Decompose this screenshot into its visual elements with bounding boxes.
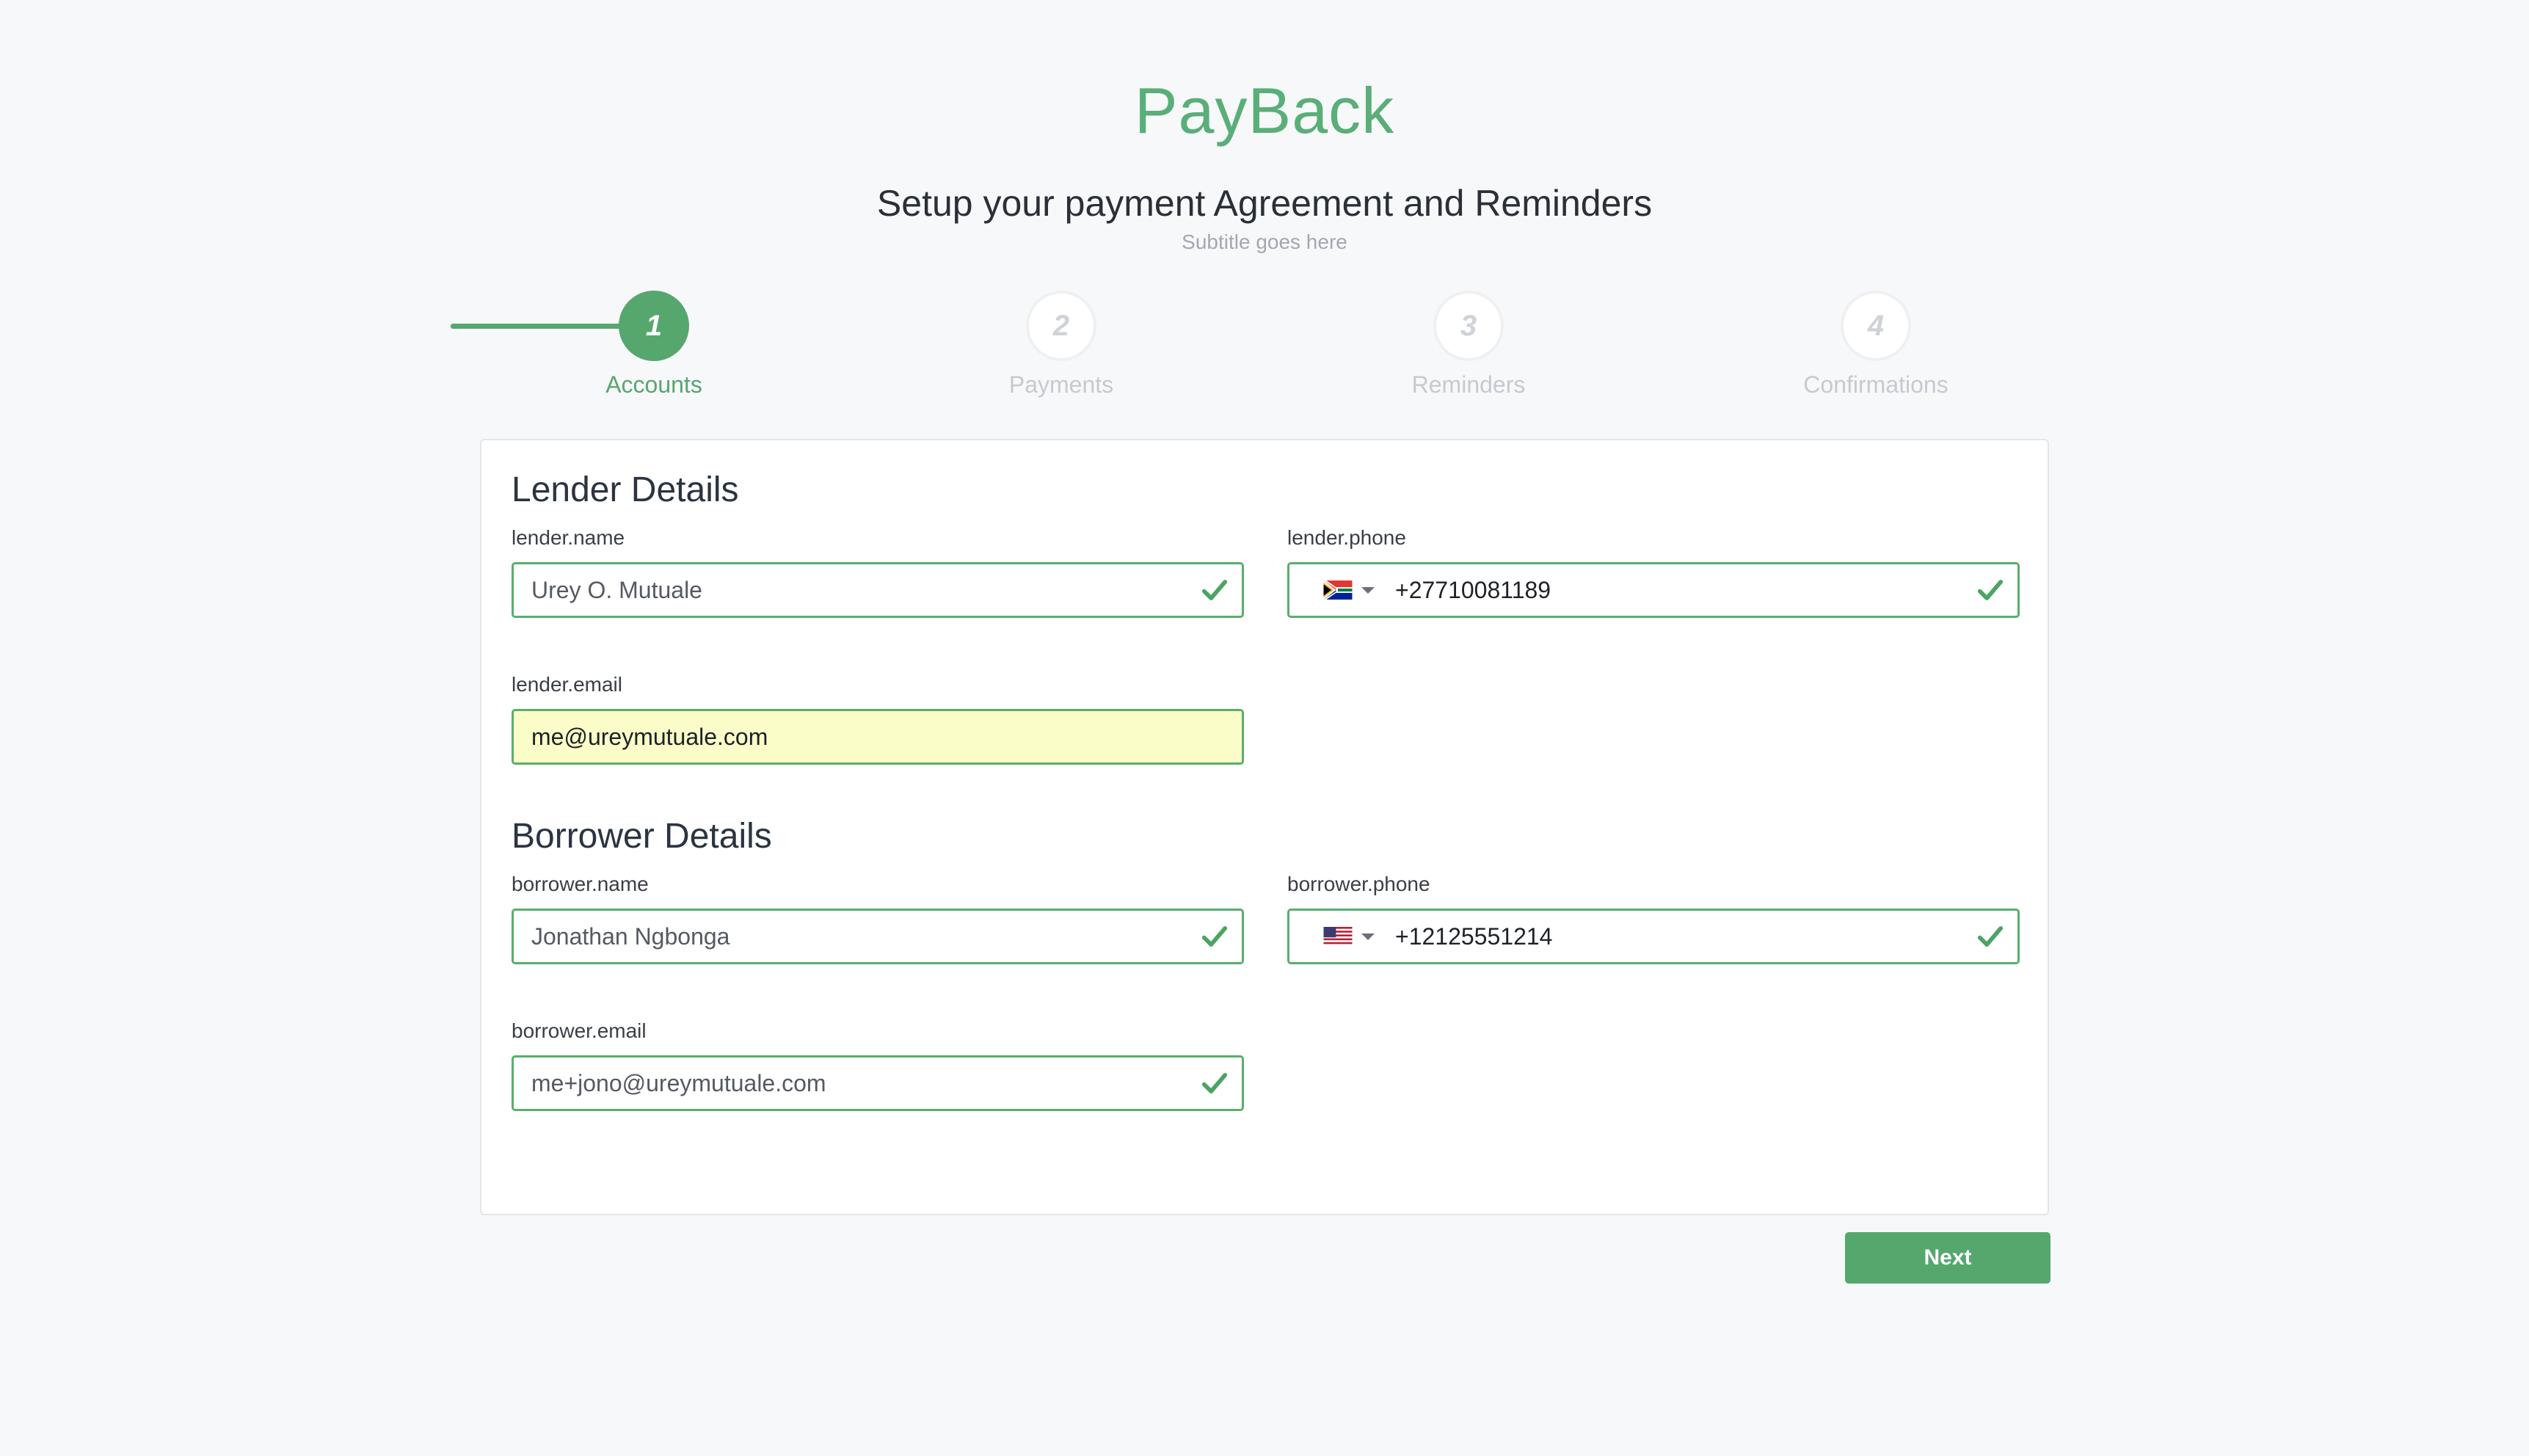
lender-email-label: lender.email bbox=[512, 673, 622, 696]
step-reminders[interactable]: 3 Reminders bbox=[1336, 291, 1601, 398]
check-icon bbox=[1977, 580, 2004, 600]
step-label: Confirmations bbox=[1803, 371, 1948, 398]
next-button[interactable]: Next bbox=[1845, 1232, 2051, 1284]
lender-name-field[interactable]: Urey O. Mutuale bbox=[512, 562, 1244, 618]
borrower-phone-field[interactable]: +12125551214 bbox=[1287, 909, 2020, 964]
borrower-email-label: borrower.email bbox=[512, 1019, 647, 1042]
page-title: Setup your payment Agreement and Reminde… bbox=[876, 183, 1653, 224]
lender-name-value: Urey O. Mutuale bbox=[531, 576, 702, 603]
lender-phone-field[interactable]: +27710081189 bbox=[1287, 562, 2020, 618]
step-number: 2 bbox=[1026, 291, 1096, 361]
step-number: 1 bbox=[619, 291, 689, 361]
lender-email-field[interactable]: me@ureymutuale.com bbox=[512, 709, 1244, 765]
south-africa-flag-icon[interactable] bbox=[1323, 580, 1353, 600]
borrower-email-value: me+jono@ureymutuale.com bbox=[531, 1069, 826, 1096]
check-icon bbox=[1977, 926, 2004, 947]
lender-phone-value: +27710081189 bbox=[1395, 576, 1551, 603]
step-label: Accounts bbox=[605, 371, 702, 398]
borrower-email-field[interactable]: me+jono@ureymutuale.com bbox=[512, 1055, 1244, 1111]
borrower-phone-label: borrower.phone bbox=[1287, 873, 1430, 895]
step-accounts[interactable]: 1 Accounts bbox=[522, 291, 786, 398]
lender-name-label: lender.name bbox=[512, 526, 625, 549]
step-payments[interactable]: 2 Payments bbox=[929, 291, 1193, 398]
check-icon bbox=[1201, 926, 1228, 947]
borrower-section-title: Borrower Details bbox=[512, 817, 772, 856]
country-dropdown-caret-icon[interactable] bbox=[1361, 586, 1375, 594]
check-icon bbox=[1201, 1073, 1228, 1093]
step-number: 3 bbox=[1433, 291, 1504, 361]
lender-section-title: Lender Details bbox=[512, 470, 739, 509]
lender-email-value: me@ureymutuale.com bbox=[531, 723, 768, 750]
step-label: Payments bbox=[1008, 371, 1114, 398]
borrower-name-field[interactable]: Jonathan Ngbonga bbox=[512, 909, 1244, 964]
united-states-flag-icon[interactable] bbox=[1323, 927, 1353, 946]
check-icon bbox=[1201, 580, 1228, 600]
borrower-phone-value: +12125551214 bbox=[1395, 922, 1553, 950]
app-brand: PayBack bbox=[1134, 74, 1395, 147]
details-form-card: Lender Details lender.name Urey O. Mutua… bbox=[480, 439, 2049, 1215]
page-subtitle: Subtitle goes here bbox=[1182, 230, 1347, 253]
country-dropdown-caret-icon[interactable] bbox=[1361, 933, 1375, 940]
borrower-name-label: borrower.name bbox=[512, 873, 649, 895]
step-confirmations[interactable]: 4 Confirmations bbox=[1744, 291, 2008, 398]
borrower-name-value: Jonathan Ngbonga bbox=[531, 922, 730, 950]
step-label: Reminders bbox=[1411, 371, 1526, 398]
step-number: 4 bbox=[1841, 291, 1911, 361]
lender-phone-label: lender.phone bbox=[1287, 526, 1406, 549]
